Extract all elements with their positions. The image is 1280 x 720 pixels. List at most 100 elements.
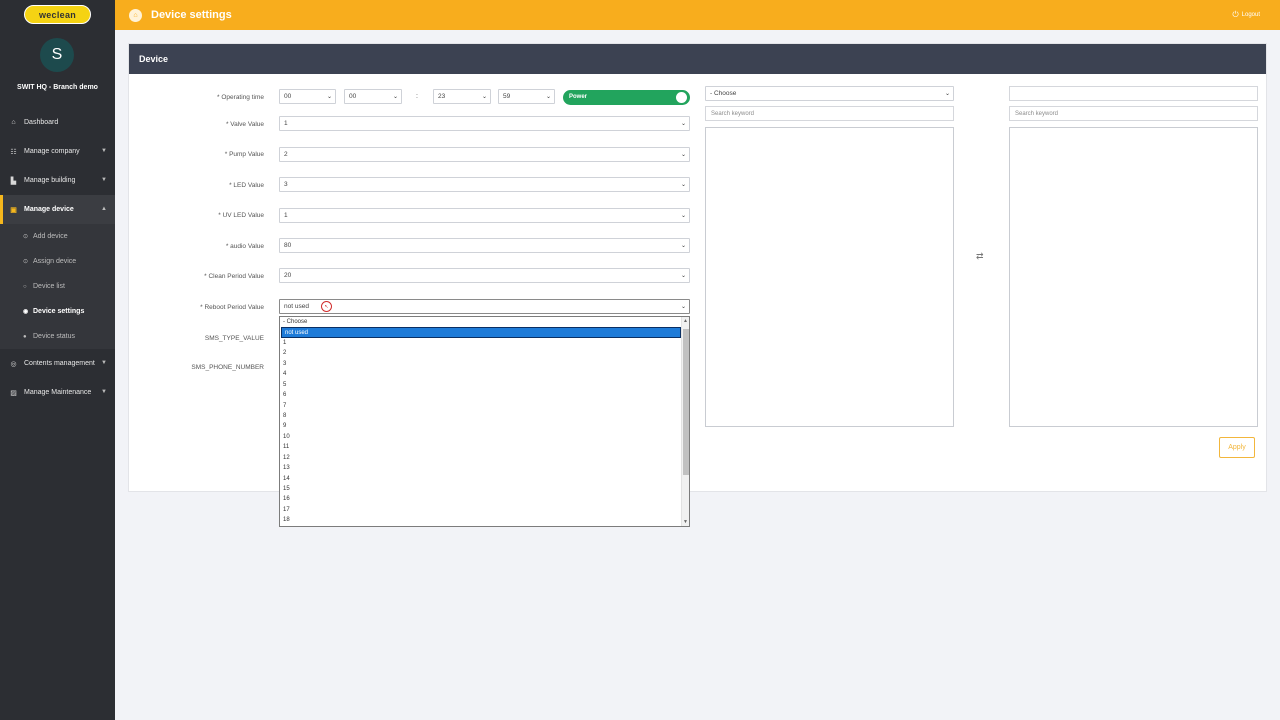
home-icon: ⌂ <box>11 119 16 126</box>
operating-start-hour-select[interactable]: 00 ⌄ <box>279 89 336 104</box>
chevron-up-icon: ▲ <box>101 206 107 212</box>
search-input-left[interactable]: Search keyword <box>705 106 954 121</box>
dropdown-option[interactable]: 15 <box>280 484 682 494</box>
avatar[interactable]: S <box>40 38 74 72</box>
select-value: 2 <box>284 151 288 158</box>
dropdown-option[interactable]: 1 <box>280 338 682 348</box>
sidebar-item-contents-management[interactable]: ◎ Contents management ▼ <box>0 349 115 378</box>
reboot-period-label: * Reboot Period Value <box>200 304 264 311</box>
audio-label: * audio Value <box>225 243 264 250</box>
chevron-down-icon: ▼ <box>101 148 107 154</box>
chevron-down-icon: ⌄ <box>680 243 686 249</box>
search-input-right[interactable]: Search keyword <box>1009 106 1258 121</box>
users-icon: ☷ <box>10 148 17 156</box>
sidebar-item-manage-device[interactable]: ▣ Manage device ▲ <box>0 195 115 224</box>
sidebar-subitem-add-device[interactable]: ⊙ Add device <box>0 224 115 249</box>
right-top-input[interactable] <box>1009 86 1258 101</box>
dropdown-option[interactable]: 10 <box>280 432 682 442</box>
uv-led-select[interactable]: 1 ⌄ <box>279 208 690 223</box>
select-value: 00 <box>284 93 292 100</box>
circle-icon: ⊙ <box>23 234 29 240</box>
sidebar-item-manage-company[interactable]: ☷ Manage company ▼ <box>0 137 115 166</box>
sidebar-nav: ⌂ Dashboard ☷ Manage company ▼ ▙ Manage … <box>0 108 115 407</box>
valve-select[interactable]: 1 ⌄ <box>279 116 690 131</box>
led-select[interactable]: 3 ⌄ <box>279 177 690 192</box>
available-devices-list[interactable] <box>705 127 954 427</box>
dropdown-option[interactable]: 14 <box>280 474 682 484</box>
sidebar-item-label: Contents management <box>24 360 95 367</box>
operating-end-hour-select[interactable]: 23 ⌄ <box>433 89 491 104</box>
chevron-down-icon: ⌄ <box>545 94 551 100</box>
home-icon[interactable]: ⌂ <box>129 9 142 22</box>
chevron-down-icon: ⌄ <box>680 304 686 310</box>
select-value: 59 <box>503 93 511 100</box>
swap-icon[interactable]: ⇄ <box>976 251 984 262</box>
sidebar-item-manage-maintenance[interactable]: ▨ Manage Maintenance ▼ <box>0 378 115 407</box>
dropdown-option[interactable]: 8 <box>280 411 682 421</box>
dropdown-option[interactable]: 16 <box>280 494 682 504</box>
sidebar-item-manage-building[interactable]: ▙ Manage building ▼ <box>0 166 115 195</box>
select-value: 00 <box>349 93 357 100</box>
pump-label: * Pump Value <box>224 151 264 158</box>
sidebar-subitem-device-settings[interactable]: ◉ Device settings <box>0 299 115 324</box>
select-value: 3 <box>284 181 288 188</box>
sidebar-subitem-label: Device settings <box>33 308 85 315</box>
clean-period-select[interactable]: 20 ⌄ <box>279 268 690 283</box>
operating-start-minute-select[interactable]: 00 ⌄ <box>344 89 402 104</box>
selected-devices-list[interactable] <box>1009 127 1258 427</box>
sms-phone-label: SMS_PHONE_NUMBER <box>191 364 264 371</box>
page-title: Device settings <box>151 9 232 21</box>
dropdown-option[interactable]: 6 <box>280 390 682 400</box>
power-toggle[interactable]: Power <box>563 90 690 105</box>
audio-select[interactable]: 80 ⌄ <box>279 238 690 253</box>
weclean-logo[interactable]: weclean <box>24 5 91 24</box>
dropdown-option[interactable]: 9 <box>280 421 682 431</box>
time-separator: : <box>416 93 418 100</box>
chevron-down-icon: ⌄ <box>481 94 487 100</box>
circle-icon: ● <box>23 333 27 340</box>
dropdown-option[interactable]: 18 <box>280 515 682 525</box>
sidebar-subitem-assign-device[interactable]: ⊙ Assign device <box>0 249 115 274</box>
scroll-up-icon[interactable]: ▲ <box>683 318 688 324</box>
sms-type-label: SMS_TYPE_VALUE <box>204 335 264 342</box>
sidebar-subitem-device-list[interactable]: ○ Device list <box>0 274 115 299</box>
reboot-period-select[interactable]: not used ⌄ <box>279 299 690 314</box>
reboot-period-dropdown[interactable]: - Choose not used 1 2 3 4 5 6 7 8 9 10 11 12 13 14 15 16 1… <box>279 316 690 527</box>
dropdown-option[interactable]: 13 <box>280 463 682 473</box>
operating-end-minute-select[interactable]: 59 ⌄ <box>498 89 555 104</box>
dropdown-option[interactable]: 3 <box>280 359 682 369</box>
choose-select[interactable]: - Choose ⌄ <box>705 86 954 101</box>
sidebar-subitem-device-status[interactable]: ● Device status <box>0 324 115 349</box>
sidebar-subitem-label: Assign device <box>33 258 77 265</box>
dropdown-scrollbar[interactable]: ▲ ▼ <box>681 317 689 526</box>
operating-time-label: * Operating time <box>217 94 264 101</box>
image-icon: ▨ <box>10 389 17 397</box>
pump-select[interactable]: 2 ⌄ <box>279 147 690 162</box>
logout-button[interactable]: ⏻ Logout <box>1232 10 1260 20</box>
select-value: 23 <box>438 93 446 100</box>
scrollbar-thumb[interactable] <box>683 329 689 475</box>
dropdown-option[interactable]: 11 <box>280 442 682 452</box>
sidebar-item-label: Manage Maintenance <box>24 389 92 396</box>
eye-icon: ◎ <box>10 360 17 368</box>
sidebar-item-dashboard[interactable]: ⌂ Dashboard <box>0 108 115 137</box>
dropdown-option[interactable]: 5 <box>280 380 682 390</box>
dropdown-option[interactable]: - Choose <box>280 317 682 327</box>
dropdown-option[interactable]: 7 <box>280 401 682 411</box>
building-icon: ▙ <box>10 177 17 185</box>
device-icon: ▣ <box>10 206 17 214</box>
select-value: 80 <box>284 242 292 249</box>
top-header: ⌂ Device settings ⏻ Logout <box>115 0 1280 30</box>
toggle-knob <box>676 92 687 103</box>
apply-button[interactable]: Apply <box>1219 437 1255 458</box>
select-value: 20 <box>284 272 292 279</box>
scroll-down-icon[interactable]: ▼ <box>683 519 688 525</box>
power-label: Power <box>569 94 588 100</box>
dropdown-option[interactable]: 17 <box>280 505 682 515</box>
circle-icon: ○ <box>23 283 27 290</box>
dropdown-option[interactable]: 4 <box>280 369 682 379</box>
dropdown-option[interactable]: 12 <box>280 453 682 463</box>
dropdown-option[interactable]: not used <box>281 327 681 338</box>
dropdown-option[interactable]: 2 <box>280 348 682 358</box>
chevron-down-icon: ▼ <box>101 360 107 366</box>
